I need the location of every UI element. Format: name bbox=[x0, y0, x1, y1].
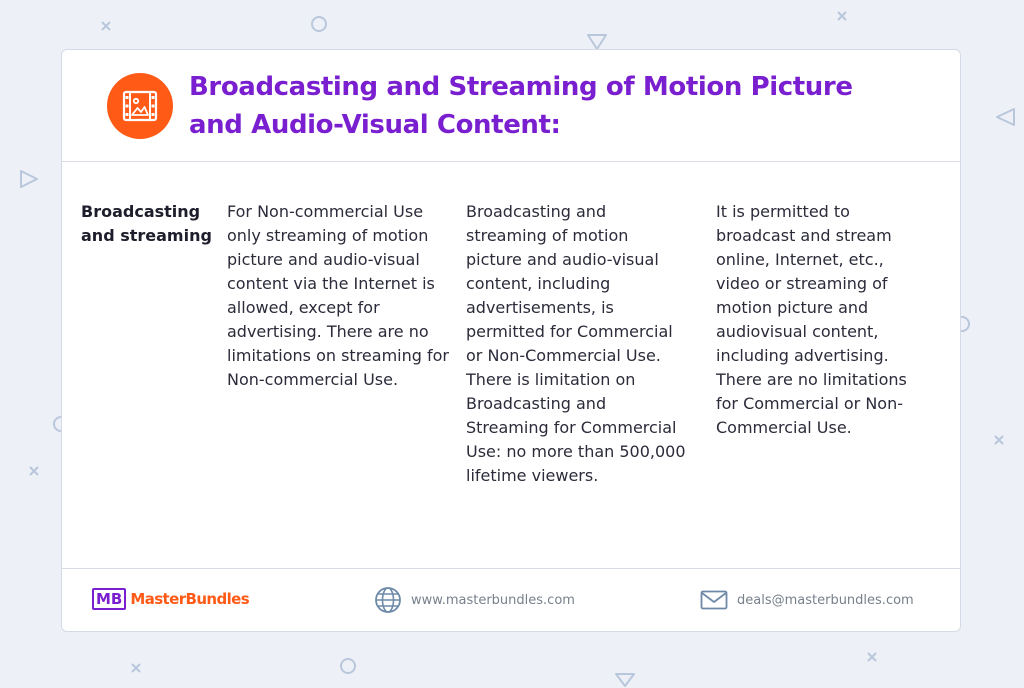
cross-icon bbox=[100, 20, 112, 32]
envelope-icon bbox=[700, 590, 728, 610]
page-title: Broadcasting and Streaming of Motion Pic… bbox=[189, 68, 853, 144]
license-card: Broadcasting and Streaming of Motion Pic… bbox=[61, 49, 961, 632]
extended-license-cell: It is permitted to broadcast and stream … bbox=[716, 202, 907, 437]
cross-icon bbox=[130, 662, 142, 674]
email-contact[interactable]: deals@masterbundles.com bbox=[700, 590, 914, 610]
license-row: Broadcasting and streaming For Non-comme… bbox=[62, 162, 960, 570]
card-footer: MB MasterBundles www.masterbundles.com d… bbox=[62, 568, 960, 631]
circle-icon bbox=[339, 657, 357, 675]
triangle-icon bbox=[614, 672, 636, 688]
category-badge bbox=[107, 72, 173, 139]
card-header: Broadcasting and Streaming of Motion Pic… bbox=[62, 50, 960, 162]
masterbundles-logo[interactable]: MB MasterBundles bbox=[92, 588, 250, 610]
cross-icon bbox=[866, 651, 878, 663]
triangle-icon bbox=[18, 168, 40, 190]
film-image-icon bbox=[122, 90, 158, 121]
website-contact[interactable]: www.masterbundles.com bbox=[374, 586, 575, 614]
cross-icon bbox=[836, 10, 848, 22]
title-line-2: and Audio-Visual Content: bbox=[189, 109, 561, 140]
row-label: Broadcasting and streaming bbox=[81, 202, 212, 245]
personal-license-cell: For Non-commercial Use only streaming of… bbox=[227, 202, 449, 389]
circle-icon bbox=[310, 15, 328, 33]
website-link[interactable]: www.masterbundles.com bbox=[411, 593, 575, 608]
commercial-license-cell: Broadcasting and streaming of motion pic… bbox=[466, 202, 686, 485]
triangle-icon bbox=[994, 106, 1016, 128]
email-link[interactable]: deals@masterbundles.com bbox=[737, 593, 914, 608]
title-line-1: Broadcasting and Streaming of Motion Pic… bbox=[189, 71, 853, 102]
globe-icon bbox=[375, 587, 401, 613]
logo-text: MasterBundles bbox=[130, 590, 250, 608]
cross-icon bbox=[993, 434, 1005, 446]
logo-mark: MB bbox=[92, 588, 127, 610]
cross-icon bbox=[28, 465, 40, 477]
